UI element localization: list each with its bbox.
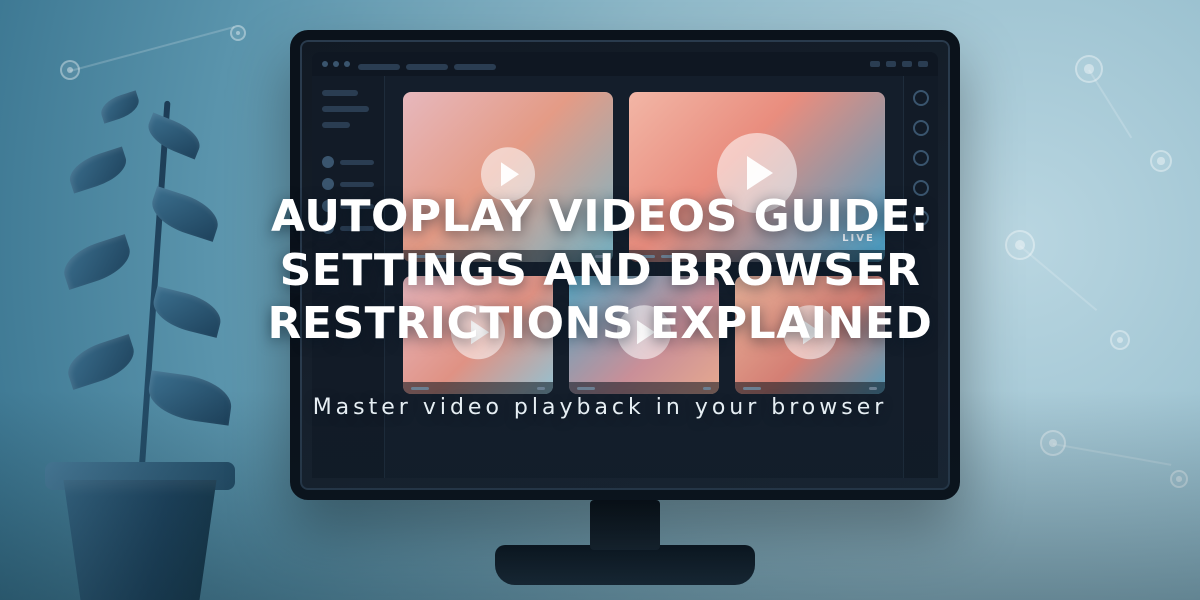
hero-subtitle: Master video playback in your browser	[313, 395, 888, 420]
hero-text-overlay: AUTOPLAY VIDEOS GUIDE: SETTINGS AND BROW…	[0, 0, 1200, 600]
hero-title: AUTOPLAY VIDEOS GUIDE: SETTINGS AND BROW…	[220, 190, 980, 351]
hero-illustration: LIVE	[0, 0, 1200, 600]
